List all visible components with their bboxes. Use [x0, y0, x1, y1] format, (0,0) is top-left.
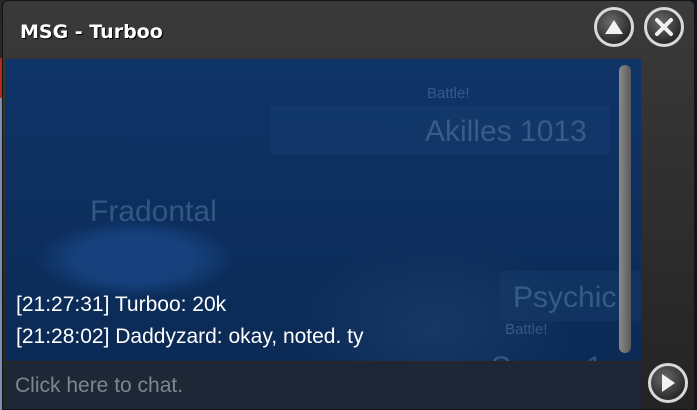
message-list: [21:27:31] Turboo: 20k [21:28:02] Daddyz… — [16, 289, 616, 353]
send-button[interactable] — [648, 363, 688, 403]
close-button[interactable] — [644, 7, 684, 47]
x-icon — [655, 18, 673, 36]
triangle-right-icon — [662, 374, 675, 392]
background-player-label: Fradontal — [90, 195, 217, 228]
window-title: MSG - Turboo — [20, 21, 163, 43]
minimize-button[interactable] — [594, 7, 634, 47]
scrollbar-thumb[interactable] — [619, 65, 631, 353]
chat-message: [21:27:31] Turboo: 20k — [16, 293, 227, 316]
chat-message: [21:28:02] Daddyzard: okay, noted. ty — [16, 325, 364, 348]
scrollbar-track[interactable] — [619, 65, 631, 353]
chat-window: MSG - Turboo Fradontal Akilles 1013 Psyc… — [2, 0, 695, 410]
chat-message-area[interactable]: Fradontal Akilles 1013 Psychic Soares1 B… — [5, 59, 641, 361]
triangle-up-icon — [605, 20, 623, 34]
chat-input-bar — [5, 363, 641, 409]
title-bar[interactable]: MSG - Turboo — [3, 1, 694, 61]
background-battle-tag: Battle! — [427, 85, 470, 102]
chat-input[interactable] — [5, 363, 641, 409]
background-player-label: Akilles 1013 — [425, 115, 587, 148]
